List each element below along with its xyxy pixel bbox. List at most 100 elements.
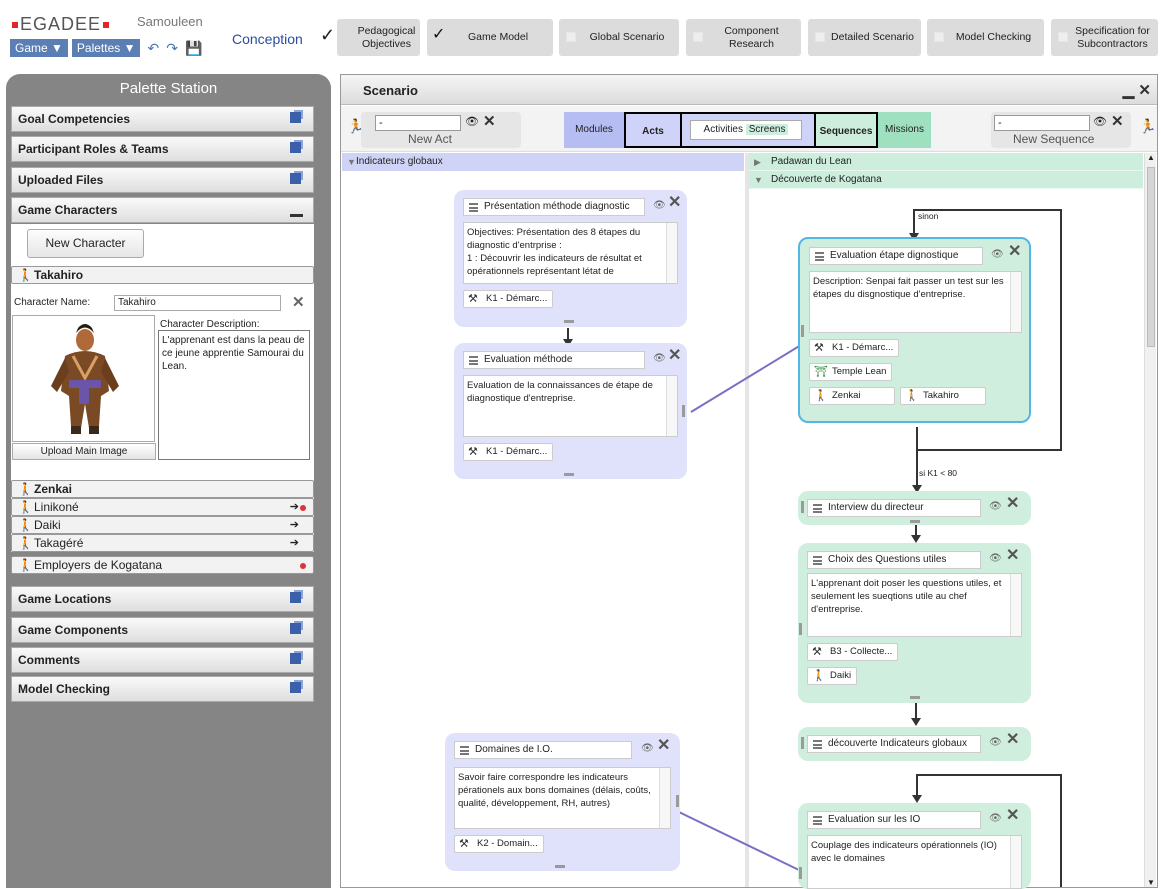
competency-chip[interactable]: ⚒ K1 - Démarc... <box>463 443 554 461</box>
drag-handle-icon[interactable] <box>813 816 822 825</box>
close-icon[interactable]: ✕ <box>1008 244 1021 260</box>
section-participant-roles[interactable]: Participant Roles & Teams <box>11 136 314 162</box>
eye-icon[interactable]: 👁 <box>653 198 666 214</box>
character-chip[interactable]: 🚶 Zenkai <box>809 387 895 405</box>
card-title[interactable]: Présentation méthode diagnostic <box>463 198 645 216</box>
character-row[interactable]: 🚶 Takagéré ➔ <box>11 534 314 552</box>
phase-specification[interactable]: Specification for Subcontractors <box>1051 19 1158 56</box>
expand-icon[interactable] <box>290 623 301 634</box>
character-row[interactable]: 🚶 Daiki ➔ <box>11 516 314 534</box>
card-title[interactable]: découverte Indicateurs globaux <box>807 735 981 753</box>
card-title[interactable]: Choix des Questions utiles <box>807 551 981 569</box>
link-grip-icon[interactable] <box>682 405 685 417</box>
eye-icon[interactable]: 👁 <box>989 499 1002 515</box>
sequence-card[interactable]: Interview du directeur 👁 ✕ <box>798 491 1031 525</box>
sequence-card[interactable]: découverte Indicateurs globaux 👁 ✕ <box>798 727 1031 761</box>
close-icon[interactable]: ✕ <box>657 738 670 754</box>
section-game-locations[interactable]: Game Locations <box>11 586 314 612</box>
link-grip-icon[interactable] <box>801 325 804 337</box>
competency-chip[interactable]: ⚒ B3 - Collecte... <box>807 643 899 661</box>
character-chip[interactable]: 🚶 Takahiro <box>900 387 986 405</box>
sequence-card[interactable]: Choix des Questions utiles 👁 ✕ L'apprenant… <box>798 543 1031 703</box>
expand-icon[interactable] <box>290 592 301 603</box>
card-title[interactable]: Interview du directeur <box>807 499 981 517</box>
card-description[interactable]: Description: Senpai fait passer un test … <box>809 271 1022 333</box>
redo-icon[interactable]: ↷ <box>166 40 178 57</box>
activity-card[interactable]: Présentation méthode diagnostic 👁 ✕ Object… <box>454 190 687 327</box>
scrollbar[interactable] <box>1010 574 1021 636</box>
palettes-menu[interactable]: Palettes ▼ <box>71 39 141 57</box>
drag-handle-icon[interactable] <box>460 746 469 755</box>
competency-chip[interactable]: ⚒ K2 - Domain... <box>454 835 544 853</box>
resize-grip-icon[interactable] <box>564 320 574 323</box>
collapse-icon[interactable] <box>290 214 303 217</box>
character-chip[interactable]: 🚶 Daiki <box>807 667 858 685</box>
card-description[interactable]: Couplage des indicateurs opérationnels (… <box>807 835 1022 889</box>
card-title[interactable]: Evaluation méthode <box>463 351 645 369</box>
resize-grip-icon[interactable] <box>910 520 920 523</box>
undo-icon[interactable]: ↶ <box>147 40 159 57</box>
resize-grip-icon[interactable] <box>564 473 574 476</box>
close-icon[interactable]: ✕ <box>1006 548 1019 564</box>
link-grip-icon[interactable] <box>801 501 804 513</box>
drag-handle-icon[interactable] <box>813 556 822 565</box>
scrollbar[interactable] <box>1010 272 1021 332</box>
phase-pedagogical-objectives[interactable]: Pedagogical Objectives <box>337 19 420 56</box>
section-game-components[interactable]: Game Components <box>11 617 314 643</box>
section-model-checking[interactable]: Model Checking <box>11 676 314 702</box>
close-icon[interactable]: ✕ <box>668 195 681 211</box>
eye-icon[interactable]: 👁 <box>989 735 1002 751</box>
link-grip-icon[interactable] <box>799 867 802 879</box>
phase-global-scenario[interactable]: Global Scenario <box>559 19 679 56</box>
card-description[interactable]: Evaluation de la connaissances de étape … <box>463 375 678 437</box>
card-title[interactable]: Evaluation étape dignostique <box>809 247 983 265</box>
activity-card[interactable]: Evaluation méthode 👁 ✕ Evaluation de la co… <box>454 343 687 479</box>
character-row[interactable]: 🚶 Linikoné ➔ <box>11 498 314 516</box>
link-grip-icon[interactable] <box>799 623 802 635</box>
card-description[interactable]: Savoir faire correspondre les indicateur… <box>454 767 671 829</box>
scrollbar[interactable] <box>666 223 677 283</box>
character-row[interactable]: 🚶 Employers de Kogatana <box>11 556 314 574</box>
scrollbar[interactable] <box>666 376 677 436</box>
drag-handle-icon[interactable] <box>815 252 824 261</box>
card-title[interactable]: Domaines de I.O. <box>454 741 632 759</box>
arrow-right-icon[interactable]: ➔ <box>290 517 299 533</box>
drag-handle-icon[interactable] <box>813 504 822 513</box>
arrow-right-icon[interactable]: ➔ <box>290 535 299 551</box>
section-game-characters[interactable]: Game Characters <box>11 197 314 223</box>
section-goal-competencies[interactable]: Goal Competencies <box>11 106 314 132</box>
phase-component-research[interactable]: Component Research <box>686 19 801 56</box>
location-chip[interactable]: ⛩ Temple Lean <box>809 363 893 381</box>
section-comments[interactable]: Comments <box>11 647 314 673</box>
upload-main-image-button[interactable]: Upload Main Image <box>12 443 156 460</box>
eye-icon[interactable]: 👁 <box>991 247 1004 263</box>
sequence-card-selected[interactable]: Evaluation étape dignostique 👁 ✕ Descripti… <box>798 237 1031 423</box>
eye-icon[interactable]: 👁 <box>989 551 1002 567</box>
phase-model-checking[interactable]: Model Checking <box>927 19 1044 56</box>
character-description-textarea[interactable]: L'apprenant est dans la peau de ce jeune… <box>158 330 310 460</box>
card-description[interactable]: L'apprenant doit poser les questions uti… <box>807 573 1022 637</box>
resize-grip-icon[interactable] <box>555 865 565 868</box>
eye-icon[interactable]: 👁 <box>989 811 1002 827</box>
link-grip-icon[interactable] <box>676 795 679 807</box>
scrollbar[interactable] <box>1010 836 1021 888</box>
drag-handle-icon[interactable] <box>813 740 822 749</box>
eye-icon[interactable]: 👁 <box>641 741 654 757</box>
card-title[interactable]: Evaluation sur les IO <box>807 811 981 829</box>
section-uploaded-files[interactable]: Uploaded Files <box>11 167 314 193</box>
scrollbar[interactable] <box>659 768 670 828</box>
phase-detailed-scenario[interactable]: Detailed Scenario <box>808 19 921 56</box>
drag-handle-icon[interactable] <box>469 203 478 212</box>
character-row-selected[interactable]: 🚶 Takahiro <box>11 266 314 284</box>
close-icon[interactable]: ✕ <box>1006 808 1019 824</box>
competency-chip[interactable]: ⚒ K1 - Démarc... <box>463 290 554 308</box>
close-icon[interactable]: ✕ <box>1006 496 1019 512</box>
card-description[interactable]: Objectives: Présentation des 8 étapes du… <box>463 222 678 284</box>
close-icon[interactable]: ✕ <box>668 348 681 364</box>
eye-icon[interactable]: 👁 <box>653 351 666 367</box>
arrow-right-icon[interactable]: ➔ <box>290 499 299 515</box>
expand-icon[interactable] <box>290 653 301 664</box>
character-row[interactable]: 🚶 Zenkai <box>11 480 314 498</box>
close-icon[interactable]: ✕ <box>1006 732 1019 748</box>
save-icon[interactable]: 💾 <box>185 40 202 57</box>
